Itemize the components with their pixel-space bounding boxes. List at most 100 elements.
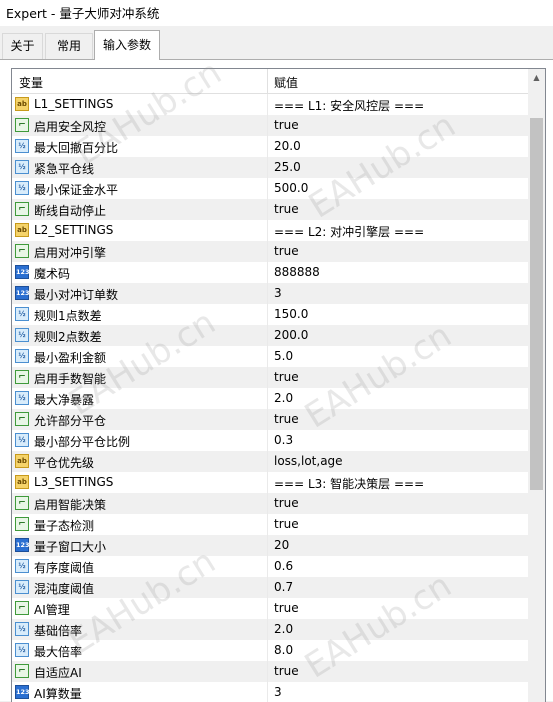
parameter-row[interactable]: ½ 最小保证金水平 500.0 xyxy=(12,178,528,199)
parameter-name: 自适应AI xyxy=(34,666,82,680)
parameter-name: 平仓优先级 xyxy=(34,456,95,470)
double-type-icon: ½ xyxy=(15,391,29,405)
parameter-value[interactable]: 150.0 xyxy=(274,307,308,321)
parameter-row[interactable]: ⌐ 启用安全风控 true xyxy=(12,115,528,136)
parameter-value[interactable]: 20 xyxy=(274,538,289,552)
parameter-row[interactable]: ab L2_SETTINGS === L2: 对冲引擎层 === xyxy=(12,220,528,241)
parameter-value[interactable]: 500.0 xyxy=(274,181,308,195)
tab-about[interactable]: 关于 xyxy=(2,33,43,59)
bool-type-icon: ⌐ xyxy=(15,601,29,615)
parameter-value[interactable]: === L3: 智能决策层 === xyxy=(274,475,424,492)
parameter-name: 最大净暴露 xyxy=(34,393,95,407)
parameter-row[interactable]: ½ 有序度阈值 0.6 xyxy=(12,556,528,577)
parameter-row[interactable]: ½ 基础倍率 2.0 xyxy=(12,619,528,640)
column-header-variable[interactable]: 变量 xyxy=(19,74,43,91)
double-type-icon: ½ xyxy=(15,160,29,174)
parameter-row[interactable]: ½ 最大回撤百分比 20.0 xyxy=(12,136,528,157)
string-type-icon: ab xyxy=(15,223,29,237)
double-type-icon: ½ xyxy=(15,643,29,657)
parameter-value[interactable]: === L2: 对冲引擎层 === xyxy=(274,223,424,240)
parameter-row[interactable]: ⌐ 启用手数智能 true xyxy=(12,367,528,388)
parameter-row[interactable]: ½ 混沌度阈值 0.7 xyxy=(12,577,528,598)
parameter-row[interactable]: ab L1_SETTINGS === L1: 安全风控层 === xyxy=(12,94,528,115)
parameter-value[interactable]: === L1: 安全风控层 === xyxy=(274,97,424,114)
parameter-value[interactable]: 0.3 xyxy=(274,433,293,447)
bool-type-icon: ⌐ xyxy=(15,244,29,258)
parameter-row[interactable]: 123 魔术码 888888 xyxy=(12,262,528,283)
column-header-value[interactable]: 赋值 xyxy=(274,74,298,91)
parameter-name: 启用对冲引擎 xyxy=(34,246,107,260)
parameter-row[interactable]: ½ 最小盈利金额 5.0 xyxy=(12,346,528,367)
parameter-name: 有序度阈值 xyxy=(34,561,95,575)
parameter-name: 允许部分平仓 xyxy=(34,414,107,428)
title-bar: Expert - 量子大师对冲系统 xyxy=(0,0,553,26)
parameter-grid: 变量 赋值 ab L1_SETTINGS === L1: 安全风控层 === ⌐ 启用安… xyxy=(11,68,546,702)
parameter-row[interactable]: ½ 最大倍率 8.0 xyxy=(12,640,528,661)
parameter-row[interactable]: ½ 规则1点数差 150.0 xyxy=(12,304,528,325)
parameter-value[interactable]: 200.0 xyxy=(274,328,308,342)
double-type-icon: ½ xyxy=(15,559,29,573)
parameter-row[interactable]: 123 最小对冲订单数 3 xyxy=(12,283,528,304)
parameter-value[interactable]: true xyxy=(274,412,299,426)
parameter-value[interactable]: 8.0 xyxy=(274,643,293,657)
parameter-row[interactable]: ⌐ 允许部分平仓 true xyxy=(12,409,528,430)
double-type-icon: ½ xyxy=(15,328,29,342)
parameter-name: 混沌度阈值 xyxy=(34,582,95,596)
parameter-row[interactable]: ⌐ 启用对冲引擎 true xyxy=(12,241,528,262)
bool-type-icon: ⌐ xyxy=(15,664,29,678)
parameter-value[interactable]: 3 xyxy=(274,685,282,699)
parameter-value[interactable]: true xyxy=(274,244,299,258)
parameter-value[interactable]: true xyxy=(274,601,299,615)
parameter-value[interactable]: 5.0 xyxy=(274,349,293,363)
tab-inputs[interactable]: 输入参数 xyxy=(94,30,160,60)
parameter-name: 规则2点数差 xyxy=(34,330,102,344)
parameter-value[interactable]: true xyxy=(274,202,299,216)
parameter-row[interactable]: ab 平仓优先级 loss,lot,age xyxy=(12,451,528,472)
parameter-name: 量子态检测 xyxy=(34,519,95,533)
scrollbar-thumb[interactable] xyxy=(530,118,543,490)
parameter-value[interactable]: 25.0 xyxy=(274,160,301,174)
parameter-row[interactable]: ⌐ 自适应AI true xyxy=(12,661,528,682)
double-type-icon: ½ xyxy=(15,622,29,636)
scroll-up-arrow-icon[interactable]: ▲ xyxy=(528,69,545,86)
parameter-row[interactable]: 123 AI算数量 3 xyxy=(12,682,528,702)
parameter-value[interactable]: 3 xyxy=(274,286,282,300)
parameter-row[interactable]: ½ 最小部分平仓比例 0.3 xyxy=(12,430,528,451)
inputs-panel: 变量 赋值 ab L1_SETTINGS === L1: 安全风控层 === ⌐ 启用安… xyxy=(0,59,553,702)
parameter-value[interactable]: 0.6 xyxy=(274,559,293,573)
parameter-name: 最小保证金水平 xyxy=(34,183,119,197)
parameter-name: 量子窗口大小 xyxy=(34,540,107,554)
parameter-value[interactable]: true xyxy=(274,370,299,384)
parameter-row[interactable]: ⌐ 量子态检测 true xyxy=(12,514,528,535)
parameter-value[interactable]: true xyxy=(274,118,299,132)
parameter-value[interactable]: true xyxy=(274,664,299,678)
double-type-icon: ½ xyxy=(15,349,29,363)
parameter-value[interactable]: true xyxy=(274,517,299,531)
vertical-scrollbar[interactable]: ▲ xyxy=(528,69,545,702)
parameter-name: 断线自动停止 xyxy=(34,204,107,218)
parameter-value[interactable]: 20.0 xyxy=(274,139,301,153)
bool-type-icon: ⌐ xyxy=(15,370,29,384)
parameter-row[interactable]: ⌐ 启用智能决策 true xyxy=(12,493,528,514)
parameter-value[interactable]: loss,lot,age xyxy=(274,454,343,468)
double-type-icon: ½ xyxy=(15,307,29,321)
tab-common[interactable]: 常用 xyxy=(45,33,93,59)
parameter-row[interactable]: ab L3_SETTINGS === L3: 智能决策层 === xyxy=(12,472,528,493)
parameter-row[interactable]: ½ 紧急平仓线 25.0 xyxy=(12,157,528,178)
bool-type-icon: ⌐ xyxy=(15,496,29,510)
parameter-value[interactable]: true xyxy=(274,496,299,510)
parameter-row[interactable]: ⌐ 断线自动停止 true xyxy=(12,199,528,220)
parameter-value[interactable]: 2.0 xyxy=(274,622,293,636)
parameter-value[interactable]: 888888 xyxy=(274,265,320,279)
parameter-row[interactable]: 123 量子窗口大小 20 xyxy=(12,535,528,556)
parameter-row[interactable]: ⌐ AI管理 true xyxy=(12,598,528,619)
parameter-value[interactable]: 0.7 xyxy=(274,580,293,594)
column-divider[interactable] xyxy=(267,69,268,93)
parameter-value[interactable]: 2.0 xyxy=(274,391,293,405)
parameter-row[interactable]: ½ 规则2点数差 200.0 xyxy=(12,325,528,346)
parameter-name: L3_SETTINGS xyxy=(34,475,114,489)
int-type-icon: 123 xyxy=(15,286,30,300)
parameter-name: 启用安全风控 xyxy=(34,120,107,134)
parameter-row[interactable]: ½ 最大净暴露 2.0 xyxy=(12,388,528,409)
int-type-icon: 123 xyxy=(15,538,30,552)
